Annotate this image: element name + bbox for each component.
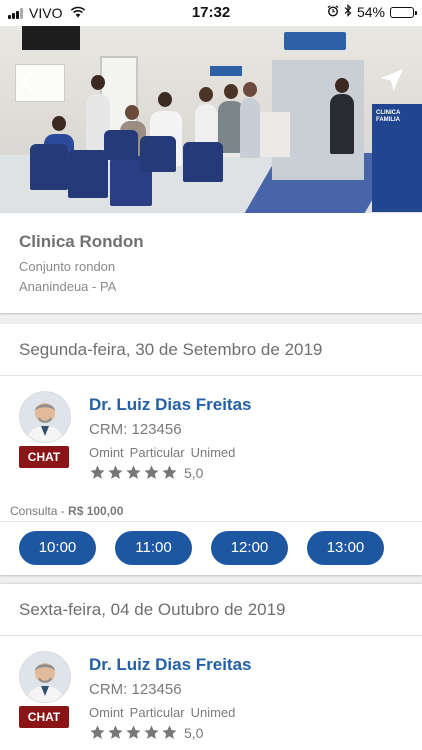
schedule-day-card: Sexta-feira, 04 de Outubro de 2019 CHAT … bbox=[0, 584, 422, 750]
battery-icon bbox=[390, 6, 417, 18]
navigation-arrow-icon[interactable] bbox=[376, 64, 408, 96]
time-slots: 10:00 11:00 12:00 13:00 bbox=[19, 531, 384, 565]
plan-label: Particular bbox=[129, 445, 185, 460]
time-slot-button[interactable]: 13:00 bbox=[307, 531, 384, 565]
plan-label: Unimed bbox=[190, 705, 236, 720]
plan-label: Omint bbox=[89, 705, 124, 720]
clinic-sign-text: CLINICA FAMILIA bbox=[376, 110, 401, 123]
star-icon bbox=[126, 725, 141, 739]
price-value: R$ 100,00 bbox=[68, 504, 124, 518]
tv-screen bbox=[22, 26, 80, 50]
doctor-avatar bbox=[19, 651, 71, 703]
time-slot-button[interactable]: 12:00 bbox=[211, 531, 288, 565]
status-right: 54% bbox=[327, 4, 417, 20]
doctor-name[interactable]: Dr. Luiz Dias Freitas bbox=[89, 655, 252, 675]
price-label: Consulta - bbox=[10, 504, 69, 518]
plan-label: Particular bbox=[129, 705, 185, 720]
plan-label: Unimed bbox=[190, 445, 236, 460]
doctor-plans: Omint Particular Unimed bbox=[89, 445, 235, 460]
status-bar: VIVO 17:32 54% bbox=[0, 0, 422, 26]
doctor-rating: 5,0 bbox=[89, 724, 203, 741]
alarm-icon bbox=[327, 4, 339, 20]
doctor-plans: Omint Particular Unimed bbox=[89, 705, 235, 720]
clinic-name: Clinica Rondon bbox=[19, 232, 144, 251]
plan-label: Omint bbox=[89, 445, 124, 460]
bluetooth-icon bbox=[344, 4, 352, 20]
clinic-photo: CLINICA FAMILIA bbox=[0, 26, 422, 213]
clinic-address: Conjunto rondon bbox=[19, 259, 116, 274]
time-slot-button[interactable]: 11:00 bbox=[115, 531, 192, 565]
star-icon bbox=[144, 465, 159, 479]
time-slot-button[interactable]: 10:00 bbox=[19, 531, 96, 565]
doctor-rating: 5,0 bbox=[89, 464, 203, 481]
clinic-city: Ananindeua - PA bbox=[19, 279, 117, 294]
doctor-crm: CRM: 123456 bbox=[89, 421, 182, 438]
consultation-price: Consulta - R$ 100,00 bbox=[10, 504, 123, 518]
rating-value: 5,0 bbox=[184, 724, 204, 741]
schedule-day-card: Segunda-feira, 30 de Setembro de 2019 CH… bbox=[0, 324, 422, 575]
star-icon bbox=[126, 465, 141, 479]
star-icon bbox=[144, 725, 159, 739]
star-icon bbox=[108, 725, 123, 739]
star-icon bbox=[90, 725, 105, 739]
rating-value: 5,0 bbox=[184, 464, 204, 481]
star-rating bbox=[89, 464, 178, 481]
day-date: Segunda-feira, 30 de Setembro de 2019 bbox=[19, 340, 323, 359]
doctor-avatar bbox=[19, 391, 71, 443]
doctor-name[interactable]: Dr. Luiz Dias Freitas bbox=[89, 395, 252, 415]
chat-button[interactable]: CHAT bbox=[19, 446, 69, 468]
chat-button[interactable]: CHAT bbox=[19, 706, 69, 728]
day-date: Sexta-feira, 04 de Outubro de 2019 bbox=[19, 600, 286, 619]
doctor-crm: CRM: 123456 bbox=[89, 681, 182, 698]
star-icon bbox=[108, 465, 123, 479]
star-rating bbox=[89, 724, 178, 741]
star-icon bbox=[162, 465, 177, 479]
star-icon bbox=[90, 465, 105, 479]
star-icon bbox=[162, 725, 177, 739]
clinic-info-card: Clinica Rondon Conjunto rondon Ananindeu… bbox=[0, 213, 422, 313]
back-arrow-icon[interactable] bbox=[14, 68, 42, 96]
battery-percent: 54% bbox=[356, 4, 385, 20]
